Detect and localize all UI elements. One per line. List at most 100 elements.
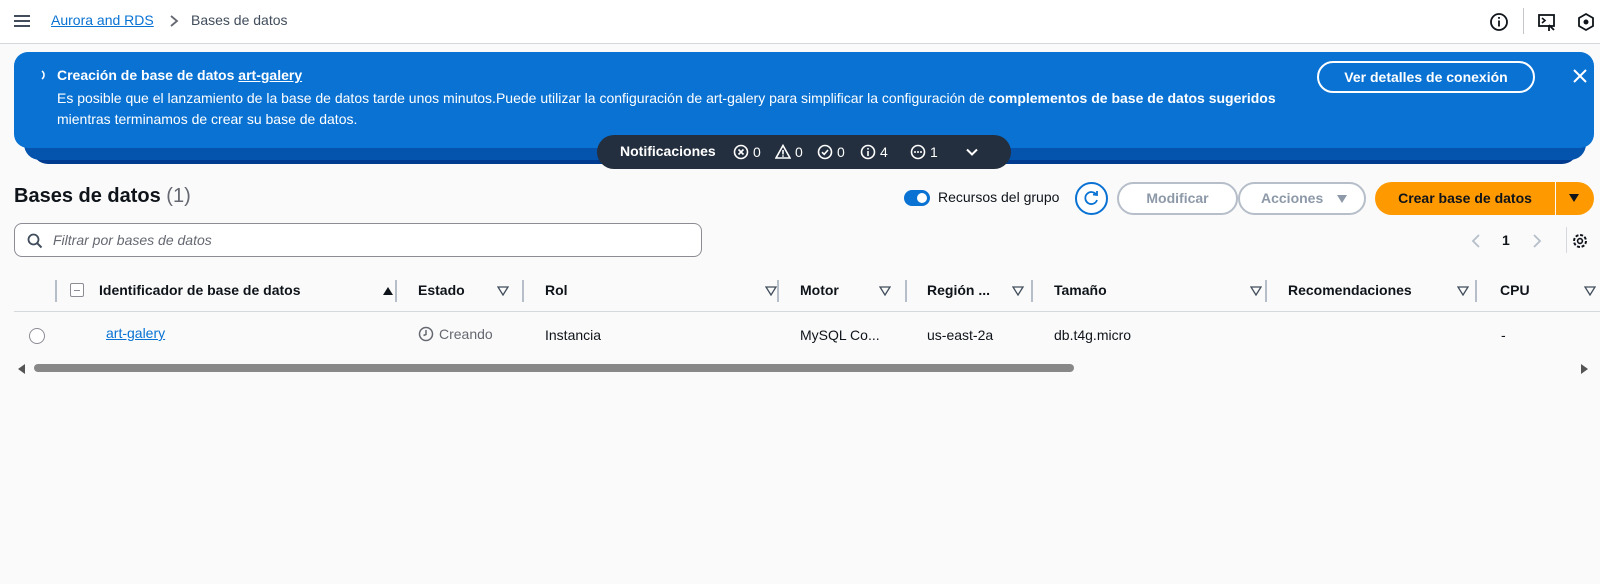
success-icon — [817, 144, 833, 160]
flash-title-link[interactable]: art-galery — [238, 67, 302, 83]
column-role-label: Rol — [545, 282, 568, 298]
page-title: Bases de datos (1) — [14, 185, 191, 208]
sort-icon — [879, 286, 891, 296]
sort-icon — [497, 286, 509, 296]
sort-icon — [1584, 286, 1596, 296]
flash-body: Es posible que el lanzamiento de la base… — [57, 88, 1307, 130]
chevron-right-icon — [170, 15, 179, 27]
in-progress-icon — [910, 144, 926, 160]
flash-title: Creación de base de datos art-galery — [57, 67, 302, 83]
warning-icon — [775, 144, 791, 159]
connection-details-button[interactable]: Ver detalles de conexión — [1317, 61, 1535, 93]
console-icon[interactable] — [1537, 12, 1557, 32]
scroll-left-icon[interactable] — [18, 364, 26, 374]
column-role[interactable]: Rol — [545, 275, 785, 311]
table-row: art-galery Creando Instancia MySQL Co...… — [14, 313, 1600, 357]
notif-warnings[interactable]: 0 — [775, 143, 803, 161]
topbar-divider — [1523, 8, 1524, 34]
db-role: Instancia — [545, 327, 602, 343]
chevron-left-icon[interactable] — [1471, 233, 1481, 249]
flash-banner: Creación de base de datos art-galery Es … — [14, 52, 1594, 148]
column-region-label: Región ... — [927, 282, 990, 298]
notif-info-count: 4 — [880, 144, 888, 160]
create-database-button[interactable]: Crear base de datos — [1375, 182, 1555, 215]
menu-icon[interactable] — [13, 12, 31, 30]
actions-label: Acciones — [1261, 190, 1324, 206]
flash-body-text: Es posible que el lanzamiento de la base… — [57, 90, 985, 106]
column-identifier[interactable]: Identificador de base de datos — [99, 275, 399, 311]
top-bar: Aurora and RDS Bases de datos — [0, 0, 1600, 44]
horizontal-scrollbar[interactable] — [34, 364, 1074, 372]
column-cpu[interactable]: CPU — [1500, 275, 1598, 311]
error-icon — [733, 144, 749, 160]
chevron-right-icon[interactable] — [1532, 233, 1542, 249]
page-number[interactable]: 1 — [1502, 232, 1510, 248]
db-cpu: - — [1501, 327, 1506, 343]
sort-icon — [765, 286, 777, 296]
column-engine-label: Motor — [800, 282, 839, 298]
column-engine[interactable]: Motor — [800, 275, 910, 311]
gear-icon[interactable] — [1571, 232, 1589, 250]
column-status[interactable]: Estado — [418, 275, 518, 311]
db-identifier-link[interactable]: art-galery — [106, 325, 165, 341]
sort-ascending-icon — [383, 287, 393, 295]
db-engine: MySQL Co... — [800, 327, 880, 343]
column-recommendations[interactable]: Recomendaciones — [1288, 275, 1488, 311]
column-recommendations-label: Recomendaciones — [1288, 282, 1412, 298]
notif-info[interactable]: 4 — [860, 143, 888, 161]
column-identifier-label: Identificador de base de datos — [99, 282, 301, 298]
notif-in-progress-count: 1 — [930, 144, 938, 160]
notif-success[interactable]: 0 — [817, 143, 845, 161]
flash-title-prefix: Creación de base de datos — [57, 67, 235, 83]
close-icon[interactable] — [1572, 68, 1588, 84]
table-header: Identificador de base de datos Estado Ro… — [14, 275, 1600, 312]
db-size: db.t4g.micro — [1054, 327, 1132, 343]
caret-down-icon — [1569, 194, 1579, 202]
scroll-right-icon[interactable] — [1580, 364, 1588, 374]
flash-body-text-end: mientras terminamos de crear su base de … — [57, 111, 358, 127]
page-title-count: (1) — [166, 185, 191, 207]
notif-errors[interactable]: 0 — [733, 143, 761, 161]
caret-down-icon — [1337, 195, 1347, 203]
notifications-bar[interactable]: Notificaciones 0 0 0 4 1 — [597, 135, 1011, 169]
select-all-checkbox[interactable] — [70, 283, 84, 297]
column-separator — [1265, 280, 1267, 302]
pager-divider — [1566, 227, 1567, 253]
search-icon — [27, 233, 43, 249]
column-status-label: Estado — [418, 282, 465, 298]
group-resources-label: Recursos del grupo — [938, 189, 1060, 205]
actions-button[interactable]: Acciones — [1238, 182, 1366, 215]
feedback-icon[interactable] — [1576, 12, 1596, 32]
breadcrumb-current: Bases de datos — [191, 12, 288, 28]
modify-button[interactable]: Modificar — [1117, 182, 1238, 215]
column-size[interactable]: Tamaño — [1054, 275, 1274, 311]
spinner-icon — [41, 70, 45, 80]
chevron-down-icon[interactable] — [964, 144, 980, 160]
sort-icon — [1012, 286, 1024, 296]
column-region[interactable]: Región ... — [927, 275, 1037, 311]
column-separator — [55, 280, 57, 302]
breadcrumb-aurora-rds[interactable]: Aurora and RDS — [51, 12, 154, 28]
row-select-radio[interactable] — [29, 328, 45, 344]
filter-input[interactable] — [53, 230, 683, 250]
notif-success-count: 0 — [837, 144, 845, 160]
create-database-dropdown[interactable] — [1556, 182, 1594, 215]
sort-icon — [1457, 286, 1469, 296]
db-region: us-east-2a — [927, 327, 994, 343]
column-separator — [395, 280, 397, 302]
info-icon[interactable] — [1489, 12, 1509, 32]
flash-body-bold: complementos de base de datos sugeridos — [988, 90, 1276, 106]
column-separator — [1475, 280, 1477, 302]
page-title-text: Bases de datos — [14, 185, 161, 207]
sort-icon — [1250, 286, 1262, 296]
group-resources-toggle[interactable] — [904, 190, 930, 206]
column-cpu-label: CPU — [1500, 282, 1530, 298]
notif-in-progress[interactable]: 1 — [910, 143, 938, 161]
notif-warnings-count: 0 — [795, 144, 803, 160]
refresh-button[interactable] — [1075, 182, 1108, 215]
notifications-label: Notificaciones — [620, 143, 716, 159]
filter-box — [14, 223, 702, 257]
column-separator — [777, 280, 779, 302]
refresh-icon — [1084, 191, 1098, 205]
notif-errors-count: 0 — [753, 144, 761, 160]
